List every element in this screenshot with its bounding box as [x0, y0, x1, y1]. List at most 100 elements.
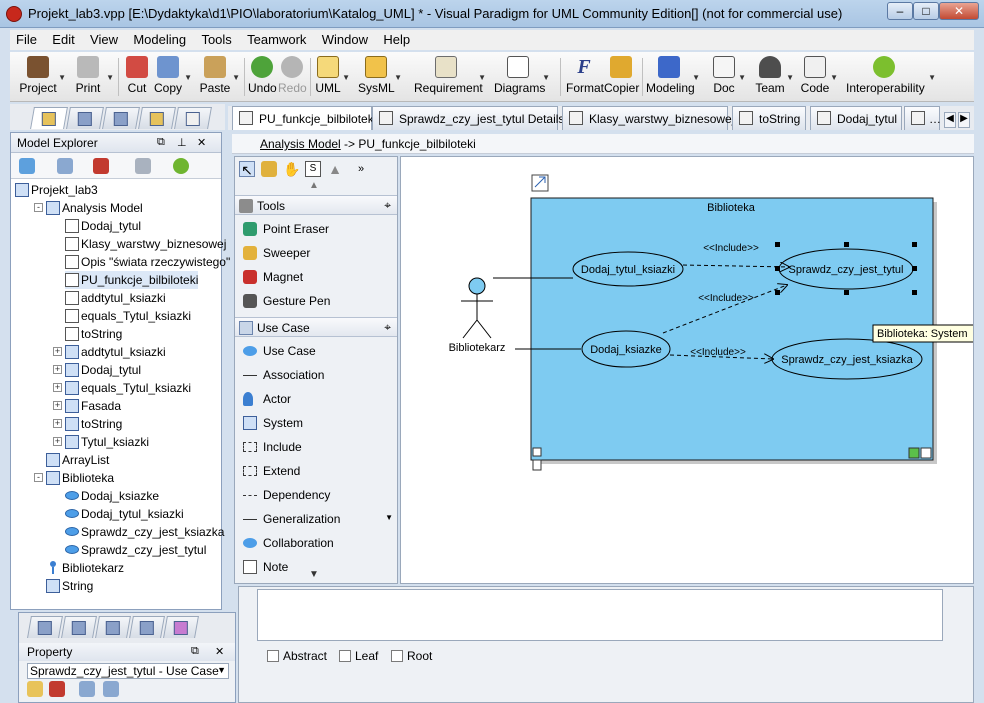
doc-button[interactable]: Doc ▼: [710, 55, 746, 99]
pin-icon[interactable]: ⌖: [384, 198, 391, 213]
stereotype-icon[interactable]: S: [305, 161, 321, 177]
expand-toggle[interactable]: +: [53, 419, 62, 428]
palette-tool-gesture-pen[interactable]: Gesture Pen: [235, 289, 397, 313]
close-button[interactable]: ✕: [939, 2, 979, 20]
scroll-down-icon[interactable]: ▼: [309, 569, 319, 580]
tree-node[interactable]: Biblioteka: [46, 469, 114, 487]
tree-node[interactable]: Sprawdz_czy_jest_ksiazka: [65, 523, 224, 541]
sysml-button[interactable]: SysML ▼: [358, 55, 402, 99]
palette-tool-system[interactable]: System: [235, 411, 397, 435]
maximize-button[interactable]: □: [913, 2, 939, 20]
palette-tool-magnet[interactable]: Magnet: [235, 265, 397, 289]
copier-button[interactable]: Copier: [604, 55, 639, 99]
cut-button[interactable]: Cut: [124, 55, 150, 99]
tree-node[interactable]: Bibliotekarz: [46, 559, 124, 577]
collapse-toggle[interactable]: -: [34, 203, 43, 212]
diagrams-button[interactable]: Diagrams ▼: [494, 55, 550, 99]
leaf-checkbox[interactable]: Leaf: [339, 649, 378, 663]
tab-logical-view[interactable]: [138, 107, 176, 129]
root-checkbox[interactable]: Root: [391, 649, 432, 663]
tree-node[interactable]: Dodaj_tytul: [65, 361, 141, 379]
close-icon[interactable]: ✕: [215, 645, 224, 658]
more-icon[interactable]: »: [353, 161, 369, 177]
palette-tool-association[interactable]: Association: [235, 363, 397, 387]
modeling-button[interactable]: Modeling ▼: [646, 55, 700, 99]
lock-icon[interactable]: [261, 161, 277, 177]
undo-button[interactable]: Undo: [248, 55, 277, 99]
menu-view[interactable]: View: [84, 30, 124, 47]
scroll-up-icon[interactable]: ▲: [309, 180, 319, 191]
new-model-icon[interactable]: [19, 158, 35, 174]
usecase-sprawdz-czy-jest-tytul[interactable]: Sprawdz_czy_jest_tytul: [778, 248, 914, 290]
tree-node[interactable]: Projekt_lab3: [15, 181, 98, 199]
paste-button[interactable]: Paste ▼: [198, 55, 240, 99]
restore-icon[interactable]: ⧉: [157, 136, 165, 149]
resize-handle-icon[interactable]: [532, 447, 542, 457]
tab-pu-funkcje-bilbiloteki[interactable]: PU_funkcje_bilbiloteki: [232, 106, 376, 130]
sort-icon[interactable]: [49, 681, 65, 697]
tree-node[interactable]: Analysis Model: [46, 199, 143, 217]
abstract-checkbox[interactable]: Abstract: [267, 649, 327, 663]
uml-button[interactable]: UML ▼: [314, 55, 350, 99]
interoperability-button[interactable]: Interoperability ▼: [846, 55, 936, 99]
categorized-icon[interactable]: [27, 681, 43, 697]
property-element-select[interactable]: Sprawdz_czy_jest_tytul - Use Case ▼: [27, 663, 229, 679]
expand-toggle[interactable]: +: [53, 437, 62, 446]
actor-bibliotekarz[interactable]: [461, 277, 493, 339]
tab-property-doc[interactable]: [61, 616, 97, 638]
tree-node[interactable]: Fasada: [65, 397, 121, 415]
expand-corner-icon[interactable]: [920, 447, 932, 459]
tree-node[interactable]: ArrayList: [46, 451, 109, 469]
palette-tool-actor[interactable]: Actor: [235, 387, 397, 411]
collapse-icon[interactable]: [103, 681, 119, 697]
expand-icon[interactable]: [79, 681, 95, 697]
triangle-icon[interactable]: ▲: [327, 161, 343, 177]
tab-property-list[interactable]: [95, 616, 131, 638]
pin-icon[interactable]: ⌖: [384, 320, 391, 335]
navigate-up-icon[interactable]: [135, 158, 151, 174]
restore-icon[interactable]: ⧉: [191, 645, 199, 658]
expand-toggle[interactable]: +: [53, 365, 62, 374]
diagram-canvas[interactable]: Biblioteka Bibliotekarz Dodaj_tytul_ksia…: [400, 156, 974, 584]
usecase-sprawdz-czy-jest-ksiazka[interactable]: Sprawdz_czy_jest_ksiazka: [771, 338, 923, 380]
print-button[interactable]: Print ▼: [70, 55, 114, 99]
palette-section-tools[interactable]: Tools ⌖: [235, 195, 397, 215]
palette-tool-use-case[interactable]: Use Case: [235, 339, 397, 363]
expand-toggle[interactable]: +: [53, 401, 62, 410]
redo-button[interactable]: Redo: [278, 55, 307, 99]
minimize-button[interactable]: –: [887, 2, 913, 20]
model-element-icon[interactable]: [908, 447, 920, 459]
tree-node[interactable]: Tytul_ksiazki: [65, 433, 149, 451]
usecase-dodaj-tytul-ksiazki[interactable]: Dodaj_tytul_ksiazki: [572, 251, 684, 287]
refresh-icon[interactable]: [173, 158, 189, 174]
tab-property-star[interactable]: [129, 616, 165, 638]
menu-teamwork[interactable]: Teamwork: [241, 30, 312, 47]
menu-modeling[interactable]: Modeling: [127, 30, 192, 47]
tab-search[interactable]: [174, 107, 212, 129]
tab-tostring[interactable]: toString: [732, 106, 806, 130]
tree-node[interactable]: String: [46, 577, 93, 595]
tree-node[interactable]: Opis "świata rzeczywistego": [65, 253, 230, 271]
tree-node[interactable]: Klasy_warstwy_biznesowej: [65, 235, 226, 253]
requirement-button[interactable]: Requirement ▼: [414, 55, 486, 99]
tab-dodaj-tytul[interactable]: Dodaj_tytul: [810, 106, 902, 130]
code-button[interactable]: Code ▼: [800, 55, 838, 99]
tree-node[interactable]: Dodaj_ksiazke: [65, 487, 159, 505]
hand-icon[interactable]: ✋: [283, 161, 300, 177]
tree-node[interactable]: PU_funkcje_bilbiloteki: [65, 271, 199, 289]
expand-toggle[interactable]: +: [53, 347, 62, 356]
tree-node[interactable]: toString: [65, 325, 122, 343]
palette-tool-include[interactable]: Include: [235, 435, 397, 459]
menu-tools[interactable]: Tools: [195, 30, 237, 47]
tab-property-search[interactable]: [27, 616, 63, 638]
usecase-dodaj-ksiazke[interactable]: Dodaj_ksiazke: [581, 330, 671, 368]
menu-help[interactable]: Help: [377, 30, 416, 47]
format-button[interactable]: F Format: [566, 55, 604, 99]
close-icon[interactable]: ✕: [197, 136, 206, 149]
menu-window[interactable]: Window: [316, 30, 374, 47]
tab-scroll-left-button[interactable]: ◀: [944, 112, 956, 128]
tab-scroll-right-button[interactable]: ▶: [958, 112, 970, 128]
tree-node[interactable]: equals_Tytul_ksiazki: [65, 379, 191, 397]
tree-node[interactable]: addtytul_ksiazki: [65, 343, 166, 361]
documentation-area[interactable]: [257, 589, 943, 641]
